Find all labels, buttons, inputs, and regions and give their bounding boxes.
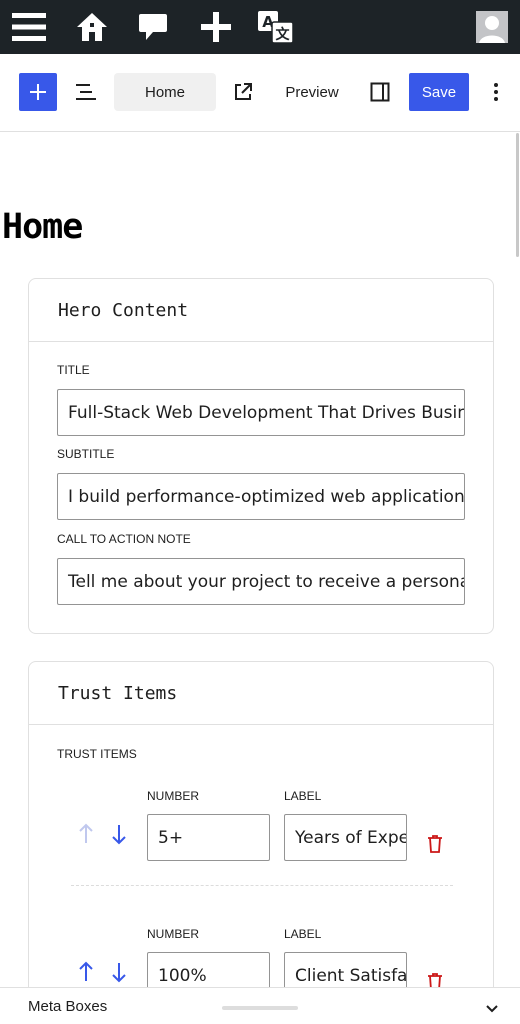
home-icon[interactable]	[73, 8, 111, 46]
move-down-button[interactable]	[109, 958, 129, 986]
number-label: NUMBER	[147, 927, 200, 941]
arrow-up-icon	[79, 823, 93, 843]
document-title-bar[interactable]: Home	[114, 73, 216, 111]
save-label: Save	[421, 83, 457, 101]
document-overview-button[interactable]	[68, 73, 104, 111]
settings-sidebar-button[interactable]	[364, 73, 396, 111]
arrow-up-icon	[79, 961, 93, 981]
editor-header: Home Preview Save	[0, 54, 520, 132]
meta-boxes-label: Meta Boxes	[28, 998, 108, 1015]
item-divider	[71, 885, 453, 886]
trust-item-number-input[interactable]: 5+	[147, 814, 270, 861]
trust-items-label: TRUST ITEMS	[57, 747, 137, 761]
arrow-down-icon	[112, 825, 126, 845]
hero-panel-heading: Hero Content	[29, 279, 493, 342]
meta-boxes-toggle-button[interactable]	[480, 996, 504, 1020]
preview-button[interactable]: Preview	[272, 73, 352, 111]
meta-boxes-bar[interactable]: Meta Boxes	[0, 987, 520, 1024]
trust-panel-heading: Trust Items	[29, 662, 493, 725]
subtitle-input[interactable]: I build performance-optimized web applic…	[57, 473, 465, 520]
trust-item-label-input[interactable]: Years of Experience	[284, 814, 407, 861]
subtitle-label: SUBTITLE	[57, 447, 115, 461]
svg-text:文: 文	[276, 26, 291, 43]
move-up-button[interactable]	[76, 958, 96, 986]
external-link-icon	[235, 83, 252, 100]
hero-panel-title: Hero Content	[58, 299, 189, 321]
title-input[interactable]: Full-Stack Web Development That Drives B…	[57, 389, 465, 436]
sidebar-icon	[370, 82, 390, 102]
view-page-button[interactable]	[228, 73, 258, 111]
trust-items-panel: Trust Items TRUST ITEMS NUMBER LABEL 5+ …	[28, 661, 494, 1001]
options-button[interactable]	[482, 73, 510, 111]
title-label: TITLE	[57, 363, 90, 377]
page-title[interactable]: Home	[2, 207, 83, 247]
scrollbar[interactable]	[516, 133, 519, 257]
admin-bar: A文	[0, 0, 520, 54]
more-vertical-icon	[494, 83, 498, 101]
comment-icon[interactable]	[134, 8, 172, 46]
preview-label: Preview	[285, 83, 339, 101]
plus-icon[interactable]	[197, 8, 235, 46]
arrow-down-icon	[112, 963, 126, 983]
resize-handle[interactable]	[222, 1006, 298, 1010]
move-down-button[interactable]	[109, 820, 129, 848]
save-button[interactable]: Save	[409, 73, 469, 111]
move-up-button[interactable]	[76, 820, 96, 848]
hero-content-panel: Hero Content TITLE Full-Stack Web Develo…	[28, 278, 494, 634]
trust-panel-title: Trust Items	[58, 682, 178, 704]
chevron-down-icon	[486, 1005, 498, 1013]
menu-icon[interactable]	[10, 8, 48, 46]
list-view-icon	[76, 84, 96, 100]
trash-icon	[428, 835, 442, 853]
remove-item-button[interactable]	[425, 832, 445, 856]
cta-note-input[interactable]: Tell me about your project to receive a …	[57, 558, 465, 605]
label-label: LABEL	[284, 789, 322, 803]
cta-note-label: CALL TO ACTION NOTE	[57, 532, 191, 546]
block-inserter-button[interactable]	[19, 73, 57, 111]
number-label: NUMBER	[147, 789, 200, 803]
document-title: Home	[144, 83, 185, 101]
plus-icon	[30, 84, 46, 100]
avatar[interactable]	[476, 11, 508, 43]
translate-icon[interactable]: A文	[257, 8, 295, 46]
label-label: LABEL	[284, 927, 322, 941]
